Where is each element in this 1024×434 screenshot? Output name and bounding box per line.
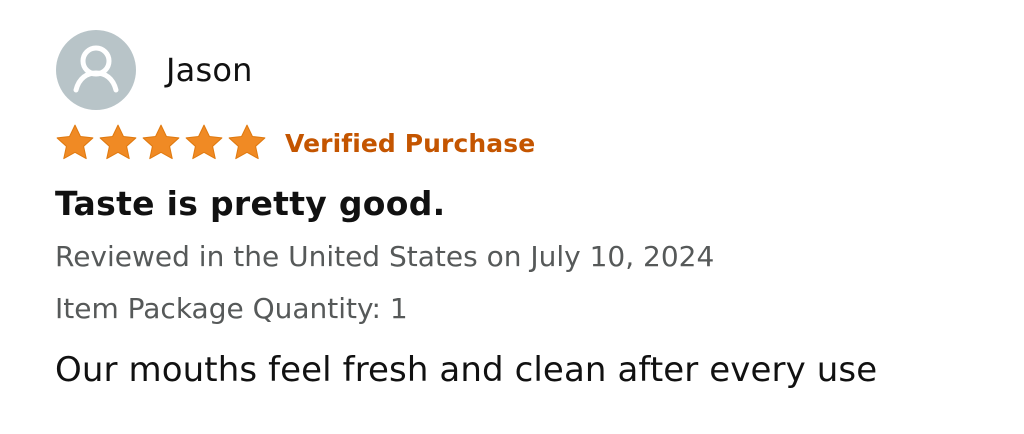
review-body: Our mouths feel fresh and clean after ev… bbox=[55, 350, 878, 390]
star-icon bbox=[228, 124, 266, 160]
star-rating[interactable] bbox=[54, 122, 269, 164]
review-title[interactable]: Taste is pretty good. bbox=[55, 184, 446, 223]
rating-row: Verified Purchase bbox=[54, 122, 535, 164]
avatar[interactable] bbox=[56, 30, 136, 110]
star-icon bbox=[185, 124, 223, 160]
reviewer-profile[interactable]: Jason bbox=[56, 30, 253, 110]
reviewer-name[interactable]: Jason bbox=[166, 51, 253, 89]
star-icon bbox=[142, 124, 180, 160]
verified-purchase-badge: Verified Purchase bbox=[285, 128, 536, 158]
review-date: Reviewed in the United States on July 10… bbox=[55, 240, 715, 273]
review-card: Jason Verified Purchase Taste is pretty … bbox=[0, 0, 1024, 434]
star-icon bbox=[56, 124, 94, 160]
star-icon bbox=[99, 124, 137, 160]
user-profile-icon bbox=[73, 45, 119, 93]
item-package-quantity: Item Package Quantity: 1 bbox=[55, 292, 408, 325]
